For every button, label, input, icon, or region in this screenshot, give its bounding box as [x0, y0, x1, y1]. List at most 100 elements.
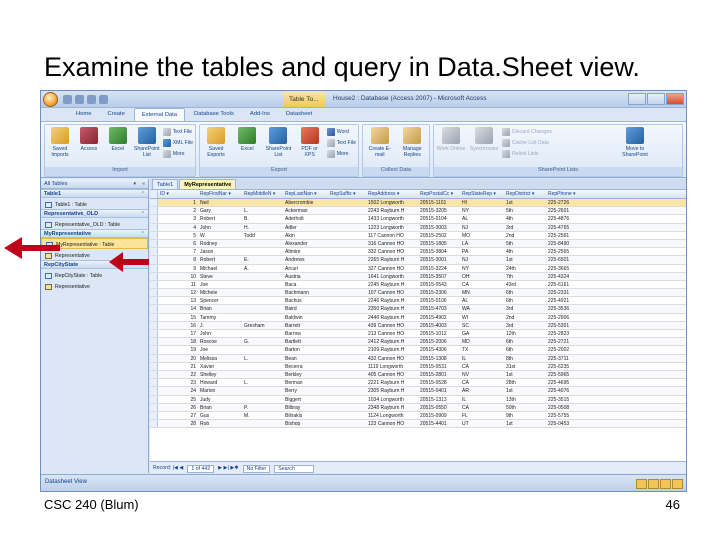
table-cell[interactable]	[330, 380, 366, 387]
table-cell[interactable]: 20515-2502	[420, 233, 460, 240]
table-cell[interactable]: 20515-1012	[420, 331, 460, 338]
table-cell[interactable]: 213 Cannon HO	[368, 331, 418, 338]
table-cell[interactable]: 13	[160, 298, 196, 305]
table-cell[interactable]: Barrett	[285, 323, 329, 330]
table-cell[interactable]: 20515-3003	[420, 225, 460, 232]
table-cell[interactable]: 2305 Rayburn H	[368, 388, 418, 395]
table-cell[interactable]: 8th	[506, 356, 546, 363]
table-cell[interactable]: 225-8490	[548, 241, 592, 248]
saved-exports-button[interactable]: Saved Exports	[202, 127, 230, 166]
column-header[interactable]: RepStateRep ▾	[462, 191, 504, 198]
save-icon[interactable]	[63, 95, 72, 104]
table-cell[interactable]: 225-6501	[548, 257, 592, 264]
table-cell[interactable]: 225-4695	[548, 380, 592, 387]
table-cell[interactable]: 225-2565	[548, 249, 592, 256]
table-cell[interactable]: Melissa	[200, 356, 242, 363]
table-cell[interactable]: B.	[244, 216, 284, 223]
table-cell[interactable]: Baird	[285, 306, 329, 313]
nav-pane-header[interactable]: All Tables ▾ «	[41, 179, 148, 189]
table-cell[interactable]: MD	[462, 339, 504, 346]
table-cell[interactable]: MO	[462, 233, 504, 240]
table-cell[interactable]: 2245 Rayburn H	[368, 282, 418, 289]
table-cell[interactable]: NJ	[462, 225, 504, 232]
table-cell[interactable]: Shelley	[200, 372, 242, 379]
table-cell[interactable]: 16	[160, 323, 196, 330]
table-cell[interactable]: UT	[462, 421, 504, 428]
table-cell[interactable]: 2109 Rayburn H	[368, 347, 418, 354]
table-cell[interactable]: 6th	[506, 290, 546, 297]
table-cell[interactable]: 2nd	[506, 315, 546, 322]
table-row[interactable]: 3 Robert B. Aderholt 1433 Longworth 20515-010…	[150, 215, 686, 224]
record-selector[interactable]	[150, 239, 158, 248]
table-cell[interactable]: 20515-0531	[420, 364, 460, 371]
record-selector[interactable]	[150, 379, 158, 387]
table-cell[interactable]	[330, 257, 366, 264]
table-cell[interactable]: AL	[462, 298, 504, 305]
table-cell[interactable]	[330, 331, 366, 338]
table-cell[interactable]: 18	[160, 339, 196, 346]
table-cell[interactable]: IL	[462, 397, 504, 404]
table-row[interactable]: 1 Neil Abercrombie 1502 Longworth 20515-1101…	[150, 199, 686, 208]
record-selector[interactable]	[150, 354, 158, 362]
table-cell[interactable]: 405 Cannon HO	[368, 372, 418, 379]
table-row[interactable]: 14 Brian Baird 2350 Rayburn H 20515-4703 WA 3r…	[150, 305, 686, 314]
table-cell[interactable]: CA	[462, 405, 504, 412]
table-cell[interactable]: 20515-1308	[420, 356, 460, 363]
table-cell[interactable]: 7	[160, 249, 196, 256]
table-cell[interactable]: Gus	[200, 413, 242, 420]
table-cell[interactable]: Arcuri	[285, 266, 329, 273]
table-row[interactable]: 23 Howard L. Berman 2221 Rayburn H 20515-0528…	[150, 379, 686, 388]
table-cell[interactable]: 225-4876	[548, 216, 592, 223]
import-excel-button[interactable]: Excel	[105, 127, 131, 166]
table-cell[interactable]: Gresham	[244, 323, 284, 330]
table-cell[interactable]: Robert	[200, 216, 242, 223]
table-cell[interactable]: AR	[462, 388, 504, 395]
table-cell[interactable]: 4th	[506, 249, 546, 256]
table-cell[interactable]: Abercrombie	[285, 200, 329, 207]
export-text-file-button[interactable]: Text File	[326, 139, 356, 147]
table-cell[interactable]	[244, 315, 284, 322]
create-email-button[interactable]: Create E-mail	[365, 127, 395, 166]
table-cell[interactable]: WI	[462, 315, 504, 322]
table-row[interactable]: 13 Spencer Bachus 2246 Rayburn H 20515-0106 A…	[150, 297, 686, 306]
nav-item-table1[interactable]: Table1 : Table	[41, 198, 148, 209]
record-selector[interactable]	[150, 411, 158, 420]
table-row[interactable]: 6 Rodney Alexander 316 Cannon HO 20515-1805 L…	[150, 239, 686, 249]
import-more-button[interactable]: More	[162, 150, 193, 158]
table-row[interactable]: 26 Brian P. Bilbray 2348 Rayburn H 20515-0550…	[150, 403, 686, 412]
table-cell[interactable]: 8	[160, 257, 196, 264]
table-cell[interactable]: 225-4921	[548, 298, 592, 305]
table-cell[interactable]: Berman	[285, 380, 329, 387]
table-cell[interactable]: 20515-2006	[420, 339, 460, 346]
table-cell[interactable]: Brian	[200, 405, 242, 412]
table-cell[interactable]: Berkley	[285, 372, 329, 379]
table-cell[interactable]	[244, 372, 284, 379]
table-cell[interactable]: 6	[160, 241, 196, 248]
table-cell[interactable]: LA	[462, 241, 504, 248]
table-cell[interactable]	[330, 298, 366, 305]
record-selector[interactable]	[150, 370, 158, 379]
table-cell[interactable]: 31st	[506, 364, 546, 371]
table-row[interactable]: 27 Gus M. Bilirakis 1124 Longworth 20515-0909…	[150, 411, 686, 421]
table-cell[interactable]: Judy	[200, 397, 242, 404]
table-cell[interactable]	[244, 200, 284, 207]
table-cell[interactable]: 20515-0106	[420, 298, 460, 305]
table-cell[interactable]: Michele	[200, 290, 242, 297]
table-cell[interactable]: 27	[160, 413, 196, 420]
table-row[interactable]: 4 John H. Adler 1223 Longworth 20515-3003 NJ 3r…	[150, 223, 686, 232]
table-cell[interactable]	[330, 405, 366, 412]
table-cell[interactable]: 225-3515	[548, 397, 592, 404]
table-cell[interactable]: 225-5965	[548, 372, 592, 379]
table-cell[interactable]: Howard	[200, 380, 242, 387]
table-cell[interactable]: Barrow	[285, 331, 329, 338]
table-row[interactable]: 9 Michael A. Arcuri 327 Cannon HO 20515-3224 N…	[150, 264, 686, 273]
table-cell[interactable]	[330, 413, 366, 420]
table-cell[interactable]: Todd	[244, 233, 284, 240]
table-cell[interactable]: 3rd	[506, 306, 546, 313]
table-cell[interactable]: 20515-1313	[420, 397, 460, 404]
table-cell[interactable]: 225-2002	[548, 347, 592, 354]
table-cell[interactable]: 26	[160, 405, 196, 412]
table-cell[interactable]: 13th	[506, 397, 546, 404]
table-cell[interactable]: 225-0453	[548, 421, 592, 428]
table-cell[interactable]	[244, 306, 284, 313]
